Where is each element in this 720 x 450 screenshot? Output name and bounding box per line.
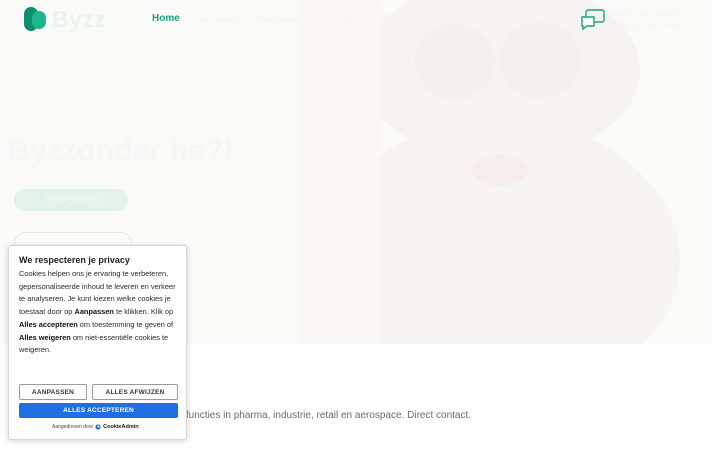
- hero-title: Byzzonder he?!: [8, 134, 235, 167]
- main-nav: Home Vacatures Werkgevers Over Byzz Podc…: [152, 13, 467, 24]
- cookieadmin-logo-icon: [95, 424, 101, 430]
- customize-button[interactable]: AANPASSEN: [19, 384, 87, 400]
- search-icon[interactable]: [558, 14, 568, 24]
- nav-item-home[interactable]: Home: [152, 13, 180, 24]
- nav-item-podcasts[interactable]: Podcasts: [381, 14, 418, 24]
- logo[interactable]: Byzz: [22, 5, 106, 33]
- powered-by-label: Aangedreven door: [52, 424, 94, 430]
- nav-item-vacatures[interactable]: Vacatures: [198, 14, 238, 24]
- hero-cta-button[interactable]: Bekijk de vacatures: [14, 189, 128, 211]
- intro-text: he functies in pharma, industrie, retail…: [172, 410, 472, 421]
- nav-item-over-byzz[interactable]: Over Byzz: [322, 14, 364, 24]
- nav-item-werkgevers[interactable]: Werkgevers: [256, 14, 304, 24]
- cookieadmin-brand[interactable]: CookieAdmin: [103, 424, 138, 430]
- cookie-consent-dialog: We respecteren je privacy Cookies helpen…: [8, 245, 187, 440]
- powered-by: Aangedreven door CookieAdmin: [52, 424, 139, 430]
- logo-icon: [24, 7, 46, 31]
- cookie-title: We respecteren je privacy: [19, 255, 130, 265]
- cookie-text: Cookies helpen ons je ervaring te verbet…: [19, 269, 176, 355]
- reject-all-button[interactable]: ALLES AFWIJZEN: [92, 384, 178, 400]
- contact-question: Heeft u een vraag?: [612, 9, 681, 18]
- chat-icon: [581, 9, 605, 31]
- cookie-button-row: AANPASSEN ALLES AFWIJZEN: [19, 384, 178, 400]
- page: Byzz Home Vacatures Werkgevers Over Byzz…: [0, 0, 720, 450]
- accept-all-button[interactable]: ALLES ACCEPTEREN: [19, 403, 178, 418]
- logo-text: Byzz: [52, 5, 107, 32]
- contact-phone[interactable]: +31 (0)0 00 00 00: [616, 21, 679, 30]
- nav-item-contact[interactable]: Contact: [436, 14, 467, 24]
- hero-secondary-button[interactable]: [14, 232, 132, 246]
